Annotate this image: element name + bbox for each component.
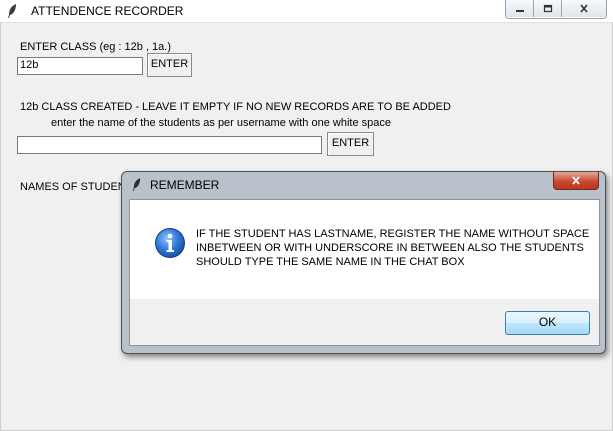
close-button[interactable] xyxy=(562,0,606,17)
student-name-input[interactable] xyxy=(17,136,322,154)
minimize-button[interactable] xyxy=(506,0,534,17)
remember-dialog: REMEMBER IF THE STUDENT HAS LASTNAME, RE… xyxy=(121,171,606,354)
tk-feather-icon xyxy=(8,4,16,18)
info-icon xyxy=(155,228,185,258)
maximize-icon xyxy=(543,4,552,13)
status-line: 12b CLASS CREATED - LEAVE IT EMPTY IF NO… xyxy=(20,101,451,113)
dialog-message-area: IF THE STUDENT HAS LASTNAME, REGISTER TH… xyxy=(130,200,599,299)
minimize-icon xyxy=(515,9,524,12)
dialog-feather-icon xyxy=(132,178,141,191)
window-title: ATTENDENCE RECORDER xyxy=(31,4,184,18)
dialog-message: IF THE STUDENT HAS LASTNAME, REGISTER TH… xyxy=(196,228,590,268)
close-icon xyxy=(572,176,580,185)
instruction-line: enter the name of the students as per us… xyxy=(51,117,391,129)
window-controls xyxy=(505,0,607,19)
dialog-body: IF THE STUDENT HAS LASTNAME, REGISTER TH… xyxy=(129,199,600,346)
class-input[interactable]: 12b xyxy=(17,57,143,75)
ok-button[interactable]: OK xyxy=(505,311,590,335)
names-label: NAMES OF STUDEN xyxy=(20,181,126,193)
class-label: ENTER CLASS (eg : 12b , 1a.) xyxy=(20,41,172,53)
close-icon xyxy=(580,4,588,13)
dialog-close-button[interactable] xyxy=(553,172,599,190)
title-bar[interactable]: ATTENDENCE RECORDER xyxy=(0,0,613,23)
student-enter-button[interactable]: ENTER xyxy=(327,132,374,156)
dialog-title: REMEMBER xyxy=(150,178,220,192)
maximize-button[interactable] xyxy=(534,0,562,17)
class-enter-button[interactable]: ENTER xyxy=(147,53,192,77)
